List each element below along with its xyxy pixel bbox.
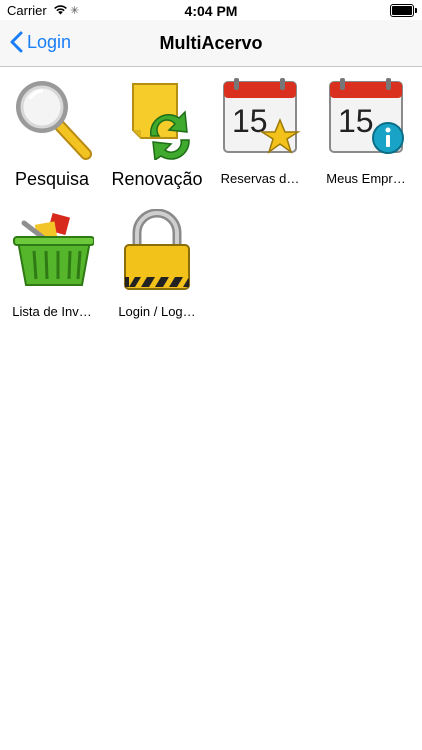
calendar-day: 15 — [232, 103, 268, 139]
renew-document-icon — [132, 83, 190, 162]
menu-item-meus-emprestimos[interactable]: 15 Meus Empr… — [316, 76, 416, 186]
menu-item-pesquisa[interactable]: Pesquisa — [2, 76, 102, 190]
status-time: 4:04 PM — [184, 3, 238, 19]
calendar-star-icon: 15 — [223, 78, 301, 154]
menu-item-label: Lista de Inv… — [12, 304, 92, 319]
padlock-icon — [124, 208, 190, 290]
menu-item-login-logout[interactable]: Login / Log… — [107, 208, 207, 319]
menu-item-label: Login / Log… — [118, 304, 196, 319]
status-bar: Carrier ✳ 4:04 PM — [0, 0, 422, 20]
navigation-bar: Login MultiAcervo — [0, 20, 422, 67]
menu-item-lista[interactable]: Lista de Inv… — [2, 209, 102, 319]
magnifier-icon — [16, 81, 92, 160]
basket-icon — [13, 212, 95, 286]
battery-icon — [390, 4, 417, 17]
menu-item-label: Reservas d… — [220, 171, 300, 186]
menu-item-label: Pesquisa — [14, 169, 90, 189]
menu-item-label: Meus Empr… — [326, 171, 406, 186]
page-title: MultiAcervo — [159, 33, 263, 53]
menu-item-renovacao[interactable]: Renovação — [107, 76, 207, 190]
calendar-day: 15 — [338, 103, 374, 139]
menu-item-label: Renovação — [111, 169, 203, 189]
menu-item-reservas[interactable]: 15 Reservas d… — [210, 76, 310, 186]
calendar-info-icon: 15 — [329, 78, 404, 154]
